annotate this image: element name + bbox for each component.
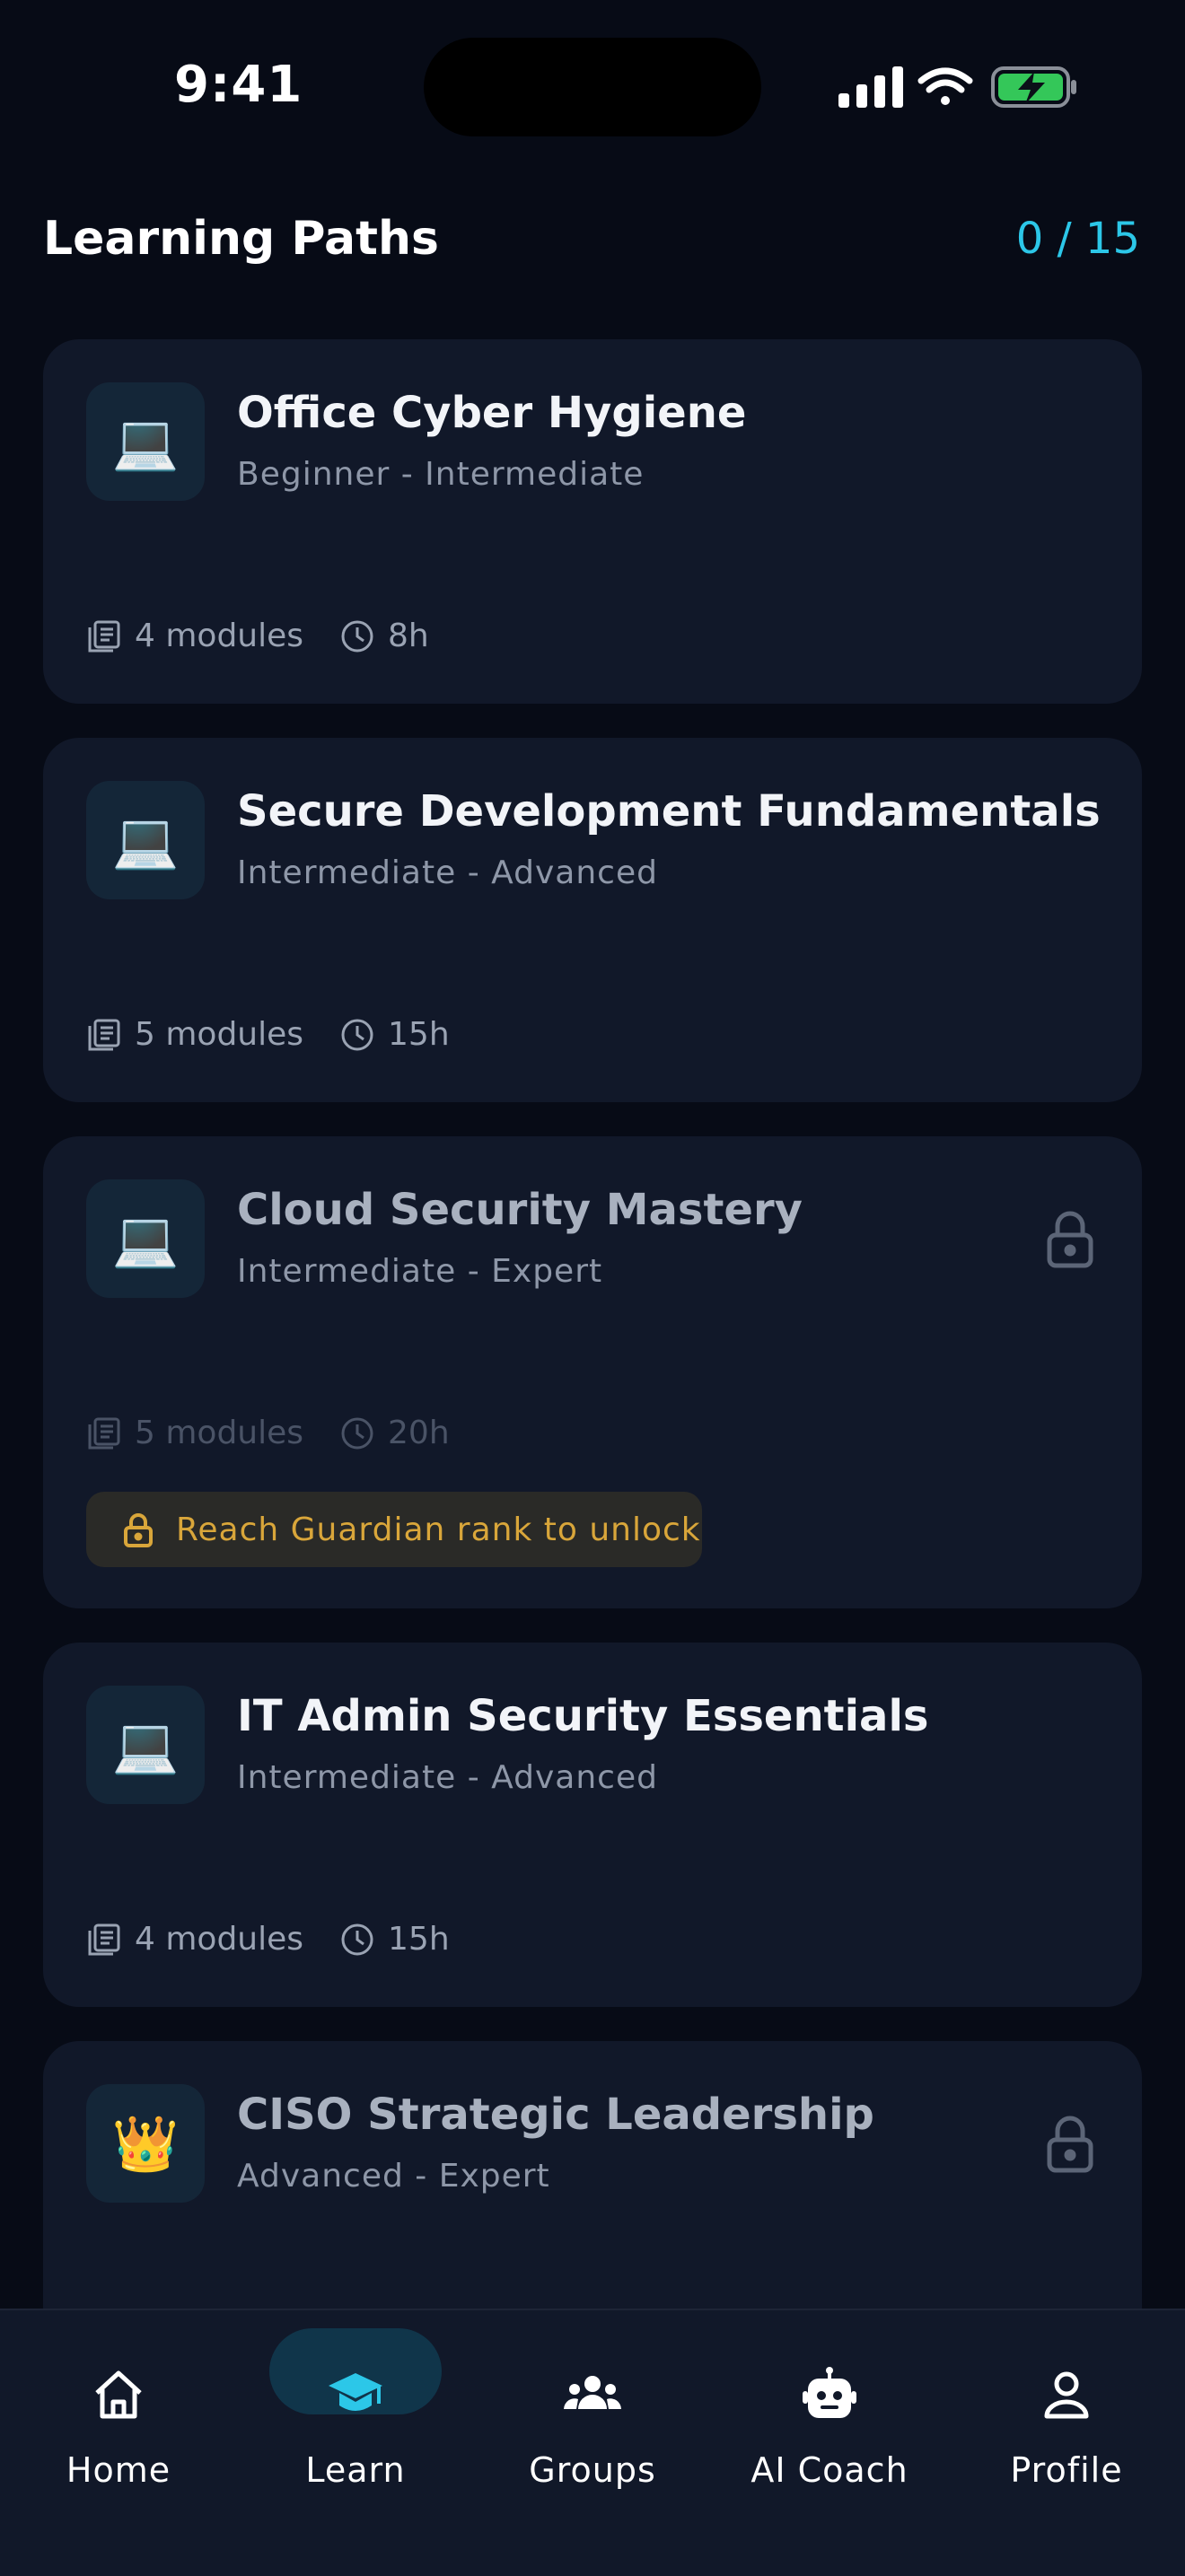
learning-path-card-locked[interactable]: 💻 Cloud Security Mastery Intermediate - … bbox=[43, 1136, 1142, 1608]
clock-icon bbox=[341, 1019, 373, 1050]
modules-icon bbox=[88, 1923, 120, 1955]
card-level: Beginner - Intermediate bbox=[237, 456, 645, 493]
card-meta: 5 modules 20h bbox=[86, 1415, 450, 1451]
status-icons bbox=[838, 66, 1076, 108]
robot-icon bbox=[803, 2367, 856, 2418]
duration: 8h bbox=[388, 618, 429, 654]
clock-icon bbox=[341, 620, 373, 652]
user-icon bbox=[1044, 2371, 1089, 2419]
card-title: Cloud Security Mastery bbox=[237, 1185, 803, 1235]
crown-icon: 👑 bbox=[86, 2084, 205, 2203]
nav-learn[interactable]: Learn bbox=[237, 2330, 474, 2490]
laptop-icon: 💻 bbox=[86, 1686, 205, 1804]
unlock-requirement-badge: Reach Guardian rank to unlock bbox=[86, 1492, 702, 1567]
duration: 15h bbox=[388, 1016, 450, 1053]
card-level: Intermediate - Advanced bbox=[237, 1759, 658, 1796]
modules-count: 4 modules bbox=[135, 618, 304, 654]
nav-label: AI Coach bbox=[750, 2450, 908, 2490]
modules-count: 4 modules bbox=[135, 1921, 304, 1958]
lock-icon bbox=[1047, 1211, 1093, 1268]
laptop-icon: 💻 bbox=[86, 382, 205, 501]
card-level: Advanced - Expert bbox=[237, 2158, 550, 2195]
unlock-text: Reach Guardian rank to unlock bbox=[176, 1511, 701, 1548]
modules-count: 5 modules bbox=[135, 1016, 304, 1053]
lock-icon bbox=[1047, 2116, 1093, 2173]
nav-profile[interactable]: Profile bbox=[948, 2330, 1185, 2490]
card-meta: 5 modules 15h bbox=[86, 1016, 450, 1053]
status-time: 9:41 bbox=[174, 56, 303, 114]
card-level: Intermediate - Advanced bbox=[237, 854, 658, 891]
graduation-cap-icon bbox=[329, 2373, 382, 2411]
nav-label: Learn bbox=[305, 2450, 406, 2490]
progress-count: 0 / 15 bbox=[1015, 214, 1140, 264]
laptop-icon: 💻 bbox=[86, 781, 205, 899]
modules-icon bbox=[88, 1019, 120, 1050]
card-title: IT Admin Security Essentials bbox=[237, 1691, 929, 1741]
modules-icon bbox=[88, 620, 120, 652]
nav-label: Home bbox=[66, 2450, 171, 2490]
card-meta: 4 modules 15h bbox=[86, 1921, 450, 1958]
nav-label: Profile bbox=[1010, 2450, 1123, 2490]
cellular-signal-icon bbox=[838, 66, 903, 108]
nav-label: Groups bbox=[529, 2450, 656, 2490]
learning-path-card[interactable]: 💻 Secure Development Fundamentals Interm… bbox=[43, 738, 1142, 1102]
wifi-icon bbox=[917, 67, 973, 105]
clock-icon bbox=[341, 1417, 373, 1449]
duration: 15h bbox=[388, 1921, 450, 1958]
groups-icon bbox=[564, 2376, 621, 2409]
clock-icon bbox=[341, 1923, 373, 1955]
learning-path-card[interactable]: 💻 Office Cyber Hygiene Beginner - Interm… bbox=[43, 339, 1142, 704]
duration: 20h bbox=[388, 1415, 450, 1451]
card-meta: 4 modules 8h bbox=[86, 618, 429, 654]
card-level: Intermediate - Expert bbox=[237, 1253, 603, 1290]
nav-ai-coach[interactable]: AI Coach bbox=[711, 2330, 948, 2490]
lock-icon bbox=[124, 1513, 153, 1547]
modules-icon bbox=[88, 1417, 120, 1449]
battery-charging-icon bbox=[991, 66, 1076, 108]
laptop-icon: 💻 bbox=[86, 1179, 205, 1298]
page-title: Learning Paths bbox=[43, 212, 439, 266]
home-icon bbox=[95, 2370, 142, 2419]
nav-groups[interactable]: Groups bbox=[474, 2330, 711, 2490]
card-title: Secure Development Fundamentals bbox=[237, 786, 1101, 837]
learning-path-card[interactable]: 💻 IT Admin Security Essentials Intermedi… bbox=[43, 1643, 1142, 2007]
dynamic-island bbox=[424, 38, 761, 136]
card-title: CISO Strategic Leadership bbox=[237, 2090, 874, 2140]
card-title: Office Cyber Hygiene bbox=[237, 388, 747, 438]
bottom-nav: Home Learn Groups AI Coach Profile bbox=[0, 2309, 1185, 2576]
nav-home[interactable]: Home bbox=[0, 2330, 237, 2490]
modules-count: 5 modules bbox=[135, 1415, 304, 1451]
